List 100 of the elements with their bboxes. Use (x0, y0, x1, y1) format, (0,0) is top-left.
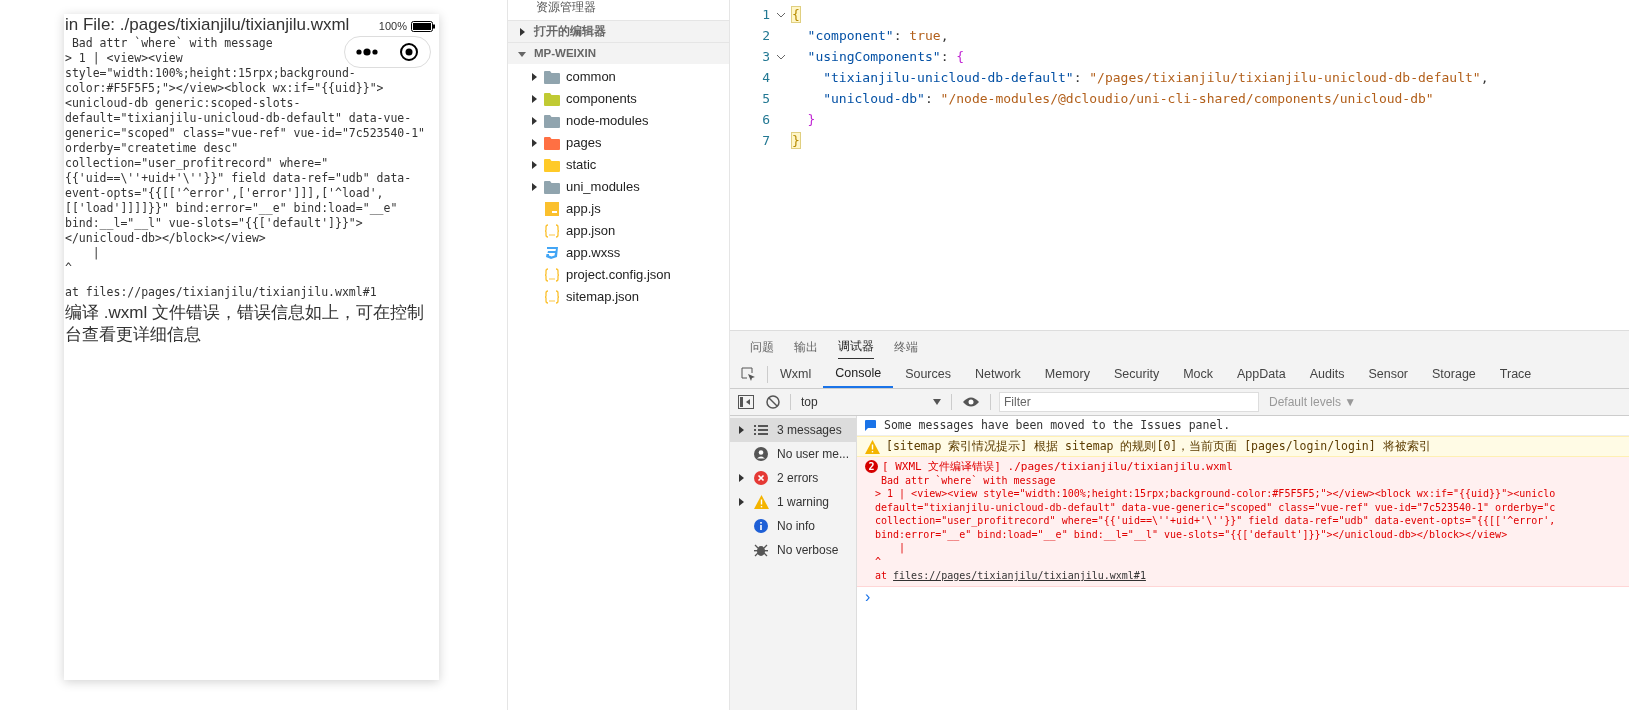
caret-icon[interactable] (530, 161, 538, 169)
dropdown-caret-icon (933, 399, 941, 405)
line-number: 2 (761, 26, 770, 45)
devtools-tab[interactable]: Network (963, 361, 1033, 388)
file-tree-item[interactable]: app.json (508, 220, 729, 242)
devtools-tab[interactable]: Sources (893, 361, 963, 388)
file-tree-item[interactable]: app.wxss (508, 242, 729, 264)
line-number: 1 (761, 5, 770, 24)
error-code-line: | (91, 246, 100, 261)
file-tree-item[interactable]: static (508, 154, 729, 176)
panel-tab[interactable]: 问题 (750, 338, 774, 359)
line-number: 5 (761, 89, 770, 108)
file-tree-item[interactable]: app.js (508, 198, 729, 220)
caret-icon[interactable] (518, 27, 526, 36)
line-number: 7 (761, 131, 770, 150)
caret-icon[interactable] (530, 95, 538, 103)
fold-chevron-icon[interactable] (776, 11, 786, 18)
caret-icon[interactable] (737, 426, 745, 434)
inspect-icon[interactable] (741, 367, 756, 382)
error-code-line: bind:__l="__l" vue-slots="{{['default']}}"> (65, 216, 363, 231)
console-sidebar-item[interactable]: 2 errors (730, 466, 856, 490)
console-error-line: > 1 | <view><view style="width:100%;height:15rpx;background-color:#F5F5F5;"></view><block wx:if="{{uid}}"><uniclo (875, 487, 1556, 501)
panel-tab[interactable]: 终端 (894, 338, 918, 359)
devtools-tab[interactable]: Sensor (1356, 361, 1421, 388)
close-icon[interactable] (399, 42, 420, 62)
devtools-tab[interactable]: Storage (1420, 361, 1488, 388)
source-link[interactable]: files://pages/tixianjilu/tixianjilu.wxml#1 (893, 569, 1146, 583)
context-select[interactable]: top (801, 393, 941, 411)
caret-icon[interactable] (737, 474, 745, 482)
css-file-icon (545, 246, 559, 260)
console-sidebar-item[interactable]: No user me... (730, 442, 856, 466)
console-error-at: at (875, 569, 888, 583)
error-code-line: default="tixianjilu-unicloud-db-default" data-vue- (65, 111, 412, 126)
caret-icon[interactable] (737, 498, 745, 506)
error-code-line: ^ (65, 261, 72, 276)
battery-icon (411, 20, 435, 32)
console-error-line: bind:error="__e" bind:load="__e" bind:__l="__l" vue-slots="{{['default']}}"></unicloud-db></block></view> (875, 527, 1508, 541)
console-sidebar-item[interactable]: 1 warning (730, 490, 856, 514)
file-tree-item[interactable]: node-modules (508, 110, 729, 132)
devtools-tab[interactable]: Memory (1032, 361, 1102, 388)
error-message: 编译 .wxml 文件错误，错误信息如上，可在控制台查看更详细信息 (65, 302, 425, 346)
caret-icon[interactable] (530, 183, 538, 191)
panel-tab[interactable]: 输出 (794, 338, 818, 359)
message-icon (865, 420, 876, 431)
caret-icon[interactable] (530, 73, 538, 81)
file-tree-item[interactable]: project.config.json (508, 264, 729, 286)
error-code-line: generic="scoped" class="vue-ref" vue-id="7c523540-1" (65, 126, 426, 141)
console-sidebar-item[interactable]: 3 messages (730, 418, 856, 442)
js-file-icon (545, 202, 559, 216)
braces-icon (544, 290, 560, 304)
user-icon (754, 447, 768, 461)
explorer-title: 资源管理器 (536, 0, 596, 14)
filter-field[interactable]: Filter (999, 392, 1259, 412)
error-code-line: [['load']]]]}}" bind:error="__e" bind:load="__e" (65, 201, 398, 216)
error-code-line: <unicloud-db generic:scoped-slots- (65, 96, 301, 111)
error-icon (754, 471, 768, 485)
error-code-line: style="width:100%;height:15rpx;background- (65, 66, 356, 81)
section-header[interactable]: MP-WEIXIN (508, 42, 729, 64)
file-tree-item[interactable]: pages (508, 132, 729, 154)
error-code-line: </unicloud-db></block></view> (65, 231, 266, 246)
caret-icon[interactable] (530, 139, 538, 147)
file-tree-item[interactable]: components (508, 88, 729, 110)
console-prompt[interactable]: › (857, 586, 871, 607)
devtools-tab[interactable]: AppData (1225, 361, 1298, 388)
console-error-line: collection="user_profitrecord" where="{{'uid==\''+uid+'\''}}" field data-ref="udb" data-event-opts="{{[['^error', (875, 514, 1556, 528)
error-location: at files://pages/tixianjilu/tixianjilu.wxml#1 (65, 285, 377, 300)
error-code-line: collection="user_profitrecord" where=" (65, 156, 329, 171)
console-warning: [sitemap 索引情况提示] 根据 sitemap 的规则[0]，当前页面 [pages/login/login] 将被索引 (886, 437, 1431, 455)
code-line: "tixianjilu-unicloud-db-default": "/pages/tixianjilu/tixianjilu-unicloud-db-default", (823, 68, 1489, 87)
console-sidebar-item[interactable]: No info (730, 514, 856, 538)
fold-chevron-icon[interactable] (776, 53, 786, 60)
code-line: "component": true, (807, 26, 949, 45)
info-icon (754, 519, 768, 533)
panel-tab[interactable]: 调试器 (838, 337, 874, 359)
sidebar-toggle-icon[interactable] (738, 395, 754, 409)
devtools-tab[interactable]: Wxml (768, 361, 824, 388)
caret-icon[interactable] (530, 117, 538, 125)
error-file-title: in File: ./pages/tixianjilu/tixianjilu.wxml (65, 14, 350, 36)
line-number: 3 (761, 47, 770, 66)
devtools-tab[interactable]: Security (1102, 361, 1172, 388)
clear-icon[interactable] (766, 395, 780, 409)
list-icon (754, 424, 768, 436)
more-icon[interactable] (355, 48, 378, 56)
file-tree-item[interactable]: sitemap.json (508, 286, 729, 308)
code-line: } (807, 110, 816, 129)
console-error-title: [ WXML 文件编译错误] ./pages/tixianjilu/tixianjilu.wxml (882, 460, 1233, 474)
devtools-tab[interactable]: Mock (1171, 361, 1225, 388)
devtools-tab[interactable]: Audits (1297, 361, 1357, 388)
devtools-tab[interactable]: Console (823, 361, 894, 388)
error-count: 2 (865, 460, 878, 474)
console-error-line: Bad attr `where` with message (880, 473, 1056, 487)
section-header[interactable]: 打开的编辑器 (508, 20, 729, 42)
file-tree-item[interactable]: common (508, 66, 729, 88)
devtools-tab[interactable]: Trace (1487, 361, 1544, 388)
console-sidebar-item[interactable]: No verbose (730, 538, 856, 562)
file-tree-item[interactable]: uni_modules (508, 176, 729, 198)
line-number: 6 (761, 110, 770, 129)
eye-icon[interactable] (962, 396, 980, 408)
error-code-line: {{'uid==\''+uid+'\''}}" field data-ref="udb" data- (65, 171, 412, 186)
error-code-line: > 1 | <view><view (65, 51, 183, 66)
